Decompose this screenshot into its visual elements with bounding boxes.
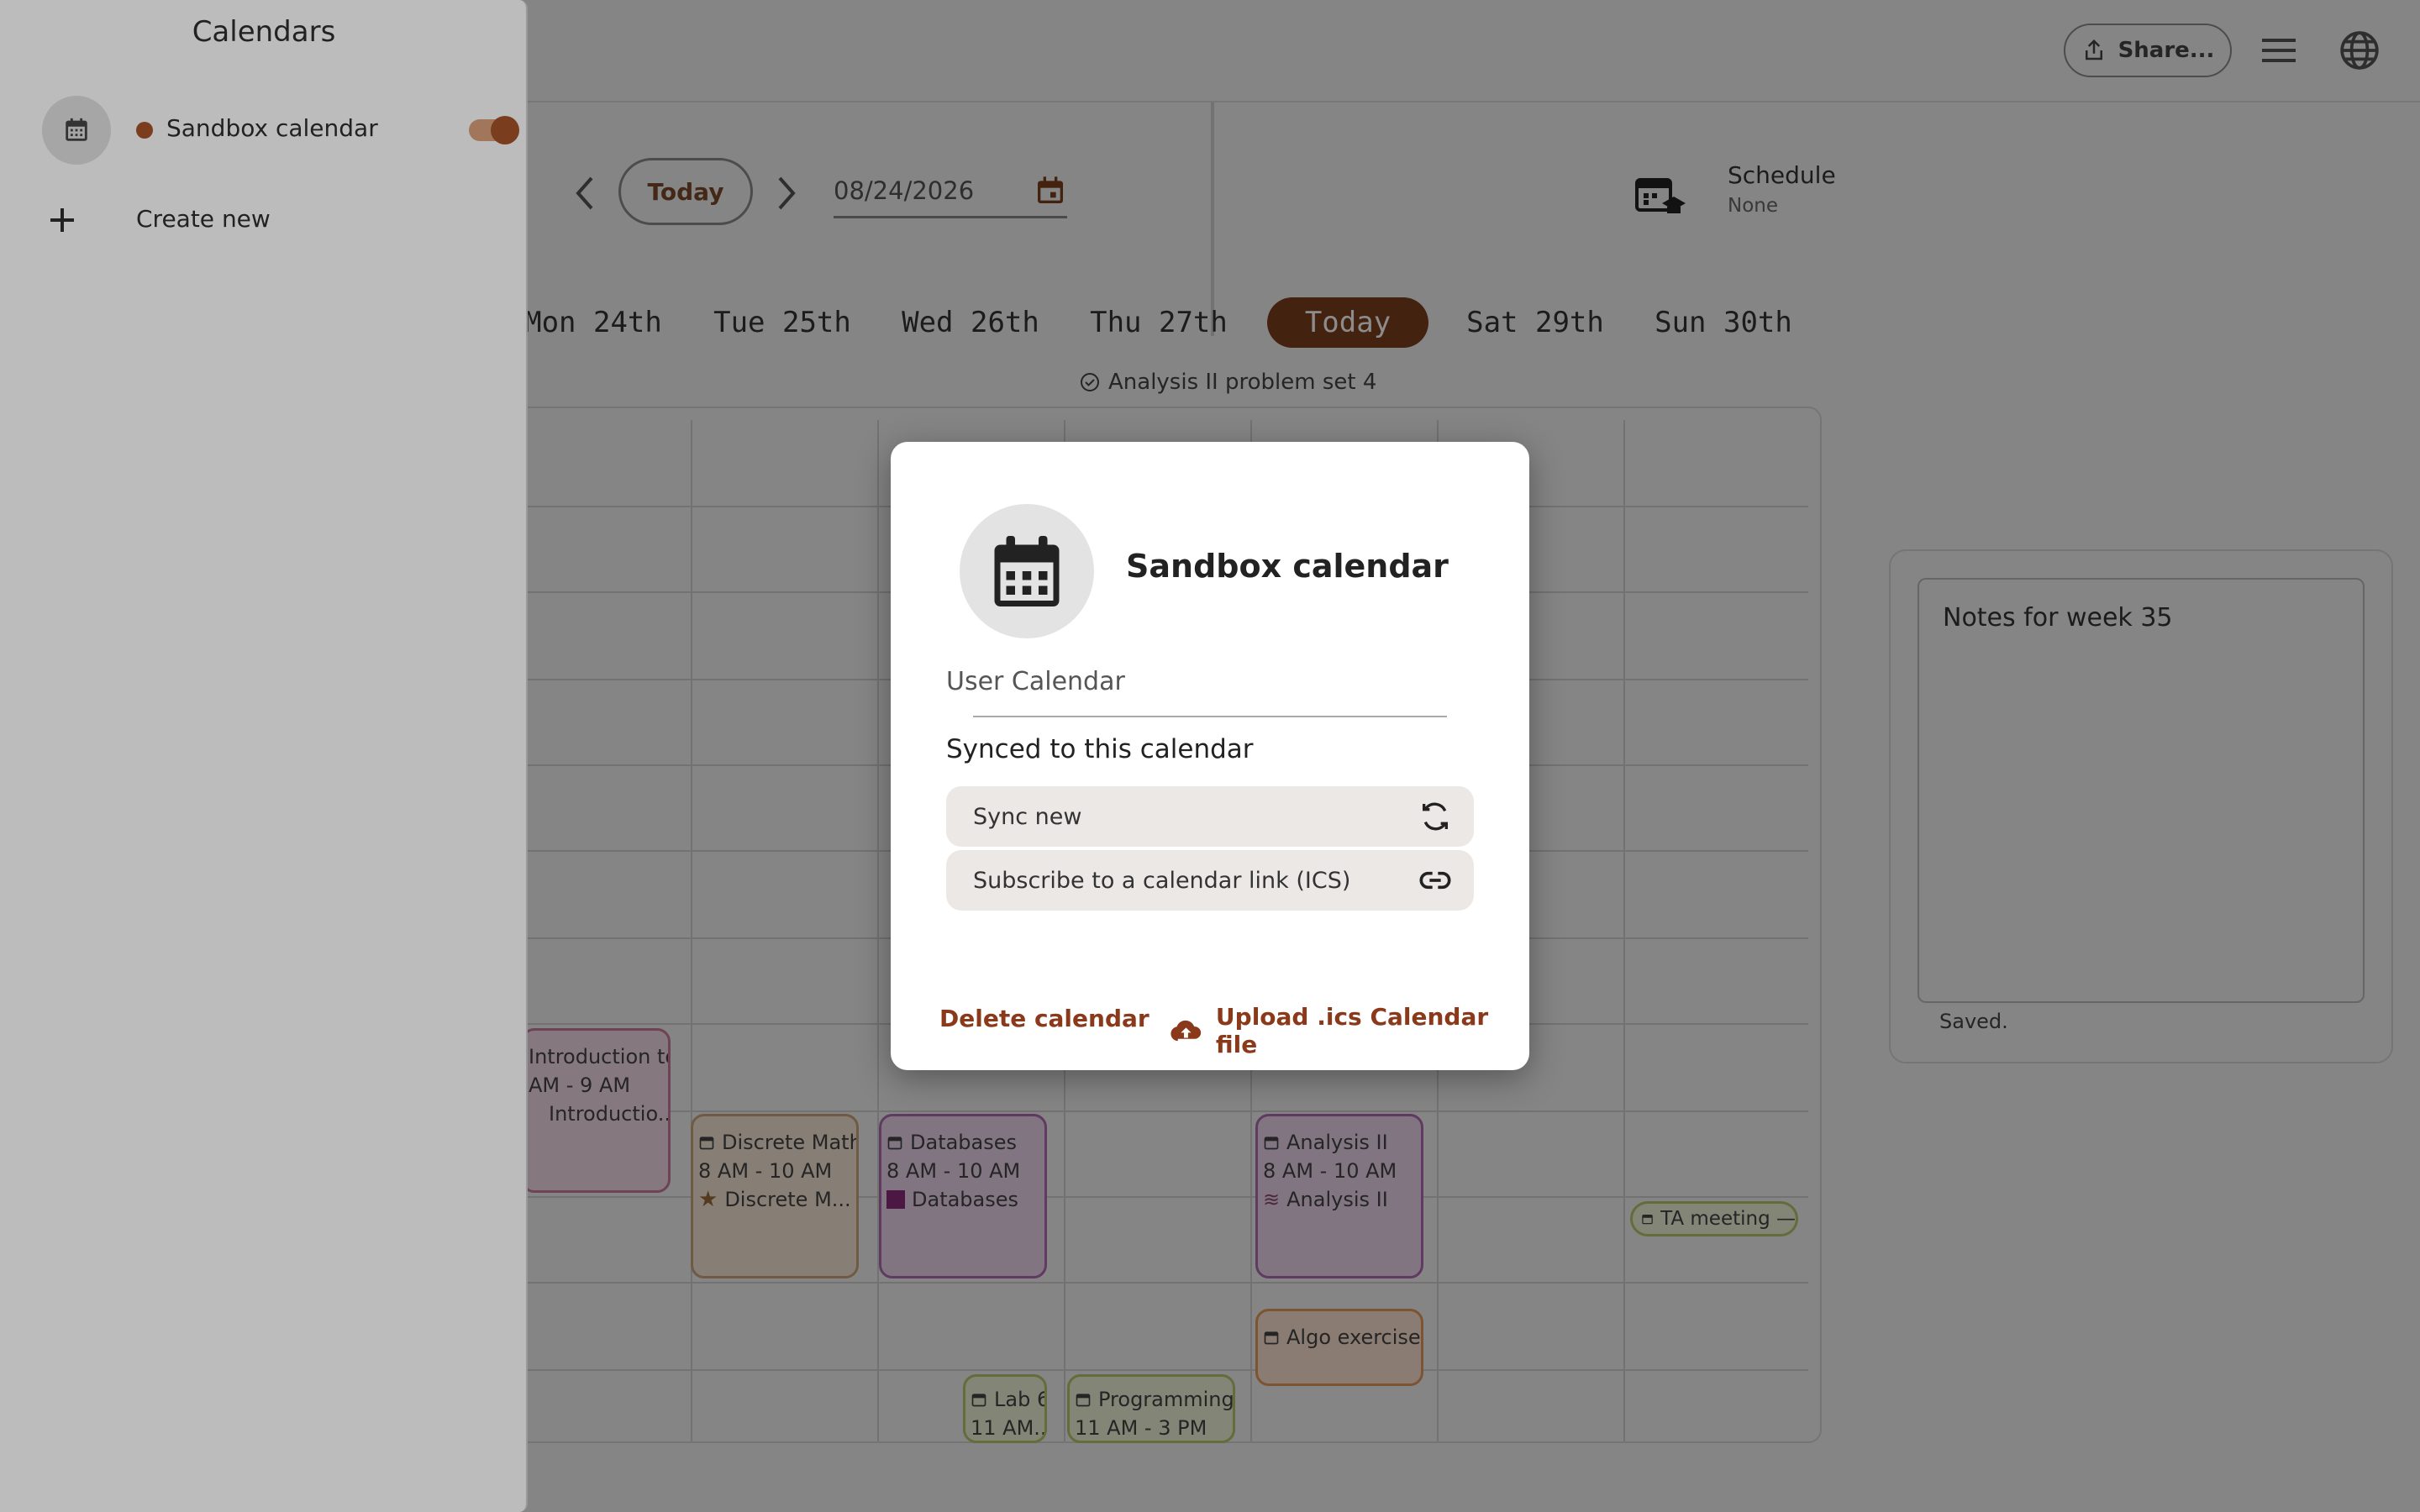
calendars-panel: Calendars Sandbox calendar Create new — [0, 0, 528, 1512]
calendar-type-label: User Calendar — [946, 667, 1125, 696]
panel-title: Calendars — [192, 15, 336, 49]
link-icon — [1419, 871, 1451, 890]
calendar-avatar — [960, 504, 1094, 638]
subscribe-label: Subscribe to a calendar link (ICS) — [973, 867, 1351, 894]
calendar-avatar[interactable] — [42, 96, 111, 165]
calendar-icon — [994, 536, 1060, 606]
subscribe-ics-button[interactable]: Subscribe to a calendar link (ICS) — [946, 850, 1474, 911]
create-new-calendar[interactable]: Create new — [136, 205, 271, 233]
dialog-title[interactable]: Sandbox calendar — [1126, 548, 1449, 585]
sync-icon — [1423, 802, 1448, 831]
divider — [973, 716, 1447, 717]
toggle-knob[interactable] — [491, 116, 519, 144]
calendar-icon — [66, 118, 87, 141]
upload-label: Upload .ics Calendar file — [1215, 1003, 1489, 1058]
cloud-upload-icon — [1171, 1020, 1202, 1042]
calendar-name[interactable]: Sandbox calendar — [166, 114, 378, 142]
sync-new-label: Sync new — [973, 803, 1082, 830]
synced-section-title: Synced to this calendar — [946, 734, 1254, 764]
calendar-dialog: Sandbox calendar User Calendar Synced to… — [891, 442, 1529, 1070]
sync-new-button[interactable]: Sync new — [946, 786, 1474, 847]
delete-calendar-button[interactable]: Delete calendar — [939, 1005, 1150, 1032]
plus-icon[interactable] — [47, 205, 77, 235]
calendar-color-dot — [136, 122, 153, 139]
upload-ics-button[interactable]: Upload .ics Calendar file — [1170, 1003, 1529, 1058]
